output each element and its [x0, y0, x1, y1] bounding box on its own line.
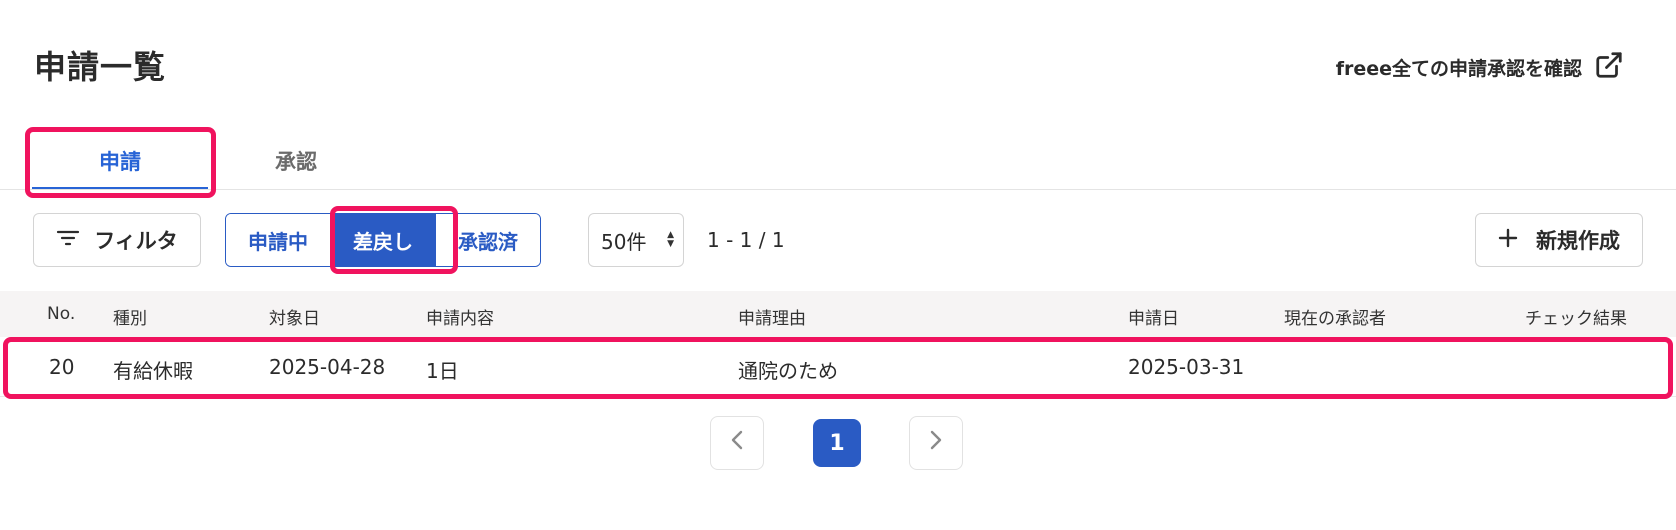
status-returned-button[interactable]: 差戻し [330, 214, 436, 266]
filter-lines-icon [56, 228, 80, 253]
prev-page-button[interactable] [710, 416, 764, 470]
column-header-target-date[interactable]: 対象日 [269, 304, 320, 329]
cell-target-date: 2025-04-28 [269, 355, 386, 379]
status-pending-button[interactable]: 申請中 [226, 214, 330, 266]
new-request-button[interactable]: 新規作成 [1475, 213, 1643, 267]
filter-button[interactable]: フィルタ [33, 213, 201, 267]
tabs-divider [0, 189, 1676, 190]
result-range: 1 - 1 / 1 [707, 228, 785, 252]
status-segmented-control: 申請中 差戻し 承認済 [225, 213, 541, 267]
chevron-left-icon [730, 429, 744, 457]
all-requests-link-label: freee全ての申請承認を確認 [1335, 58, 1582, 80]
column-header-type[interactable]: 種別 [113, 304, 147, 329]
tab-bar: 申請 承認 [32, 132, 384, 190]
table-header: No. 種別 対象日 申請内容 申請理由 申請日 現在の承認者 チェック結果 [0, 291, 1676, 337]
column-header-content[interactable]: 申請内容 [426, 304, 494, 329]
column-header-approver[interactable]: 現在の承認者 [1284, 304, 1386, 329]
cell-no: 20 [49, 355, 75, 379]
column-header-reason[interactable]: 申請理由 [738, 304, 806, 329]
column-header-check[interactable]: チェック結果 [1525, 304, 1627, 329]
external-link-icon [1594, 50, 1624, 85]
page-title: 申請一覧 [34, 48, 167, 86]
tab-approvals[interactable]: 承認 [208, 132, 384, 190]
column-header-no[interactable]: No. [47, 304, 75, 324]
table-row[interactable]: 20 有給休暇 2025-04-28 1日 通院のため 2025-03-31 [0, 337, 1676, 397]
plus-icon [1498, 228, 1518, 253]
cell-applied-date: 2025-03-31 [1128, 355, 1245, 379]
cell-content: 1日 [426, 359, 459, 383]
filter-button-label: フィルタ [94, 229, 178, 253]
cell-type: 有給休暇 [113, 359, 193, 383]
tab-applications[interactable]: 申請 [32, 132, 208, 190]
page-size-value: 50件 [601, 229, 647, 254]
select-arrows-icon: ▲ ▼ [667, 230, 674, 249]
status-approved-button[interactable]: 承認済 [436, 214, 540, 266]
cell-reason: 通院のため [738, 359, 838, 383]
page-number-button[interactable]: 1 [813, 419, 861, 467]
toolbar: フィルタ 申請中 差戻し 承認済 50件 ▲ ▼ 1 - 1 / 1 新規作成 [33, 213, 1643, 267]
page-size-select[interactable]: 50件 ▲ ▼ [588, 213, 684, 267]
chevron-right-icon [929, 429, 943, 457]
column-header-applied-date[interactable]: 申請日 [1128, 304, 1179, 329]
all-requests-link[interactable]: freee全ての申請承認を確認 [1336, 50, 1624, 85]
pagination: 1 [0, 416, 1676, 470]
next-page-button[interactable] [909, 416, 963, 470]
new-request-label: 新規作成 [1536, 229, 1620, 253]
